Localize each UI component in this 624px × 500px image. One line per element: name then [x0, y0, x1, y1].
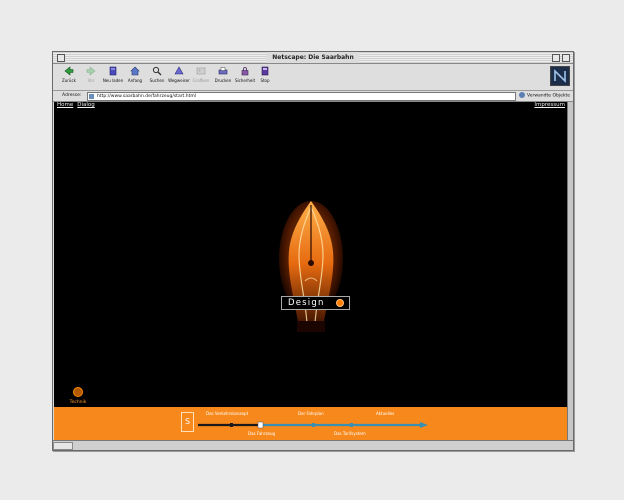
- timeline-item-fahrplan[interactable]: Der Fahrplan: [298, 411, 324, 417]
- design-section-button[interactable]: Design: [281, 296, 350, 310]
- dialog-link[interactable]: Dialog: [77, 102, 95, 108]
- reload-icon: [109, 66, 117, 76]
- top-nav-left: Home Dialog: [57, 102, 99, 109]
- home-icon: [130, 66, 140, 76]
- technik-button[interactable]: Technik: [63, 387, 93, 409]
- forward-arrow-icon: [86, 66, 96, 76]
- related-objects-label: Verwandte Objekte: [527, 93, 571, 99]
- timeline-item-verkehrskonzept[interactable]: Das Verkehrskonzept: [206, 411, 248, 417]
- print-icon: [218, 67, 228, 75]
- design-go-icon: [336, 299, 344, 307]
- close-box[interactable]: [57, 54, 65, 62]
- window-title: Netscape: Die Saarbahn: [266, 52, 360, 63]
- glowing-pen-nib-image[interactable]: [275, 197, 347, 332]
- guide-icon: [174, 66, 184, 75]
- window-titlebar[interactable]: Netscape: Die Saarbahn: [53, 52, 573, 64]
- back-arrow-icon: [64, 66, 74, 76]
- vertical-scrollbar[interactable]: [567, 102, 573, 440]
- reload-button-label: Neu laden: [102, 78, 124, 83]
- print-button[interactable]: Drucken: [211, 66, 235, 88]
- page-content: Home Dialog Impressum Design Technik S D…: [54, 102, 567, 440]
- address-bar: Adresse: http://www.saarbahn.de/fahrzeug…: [53, 91, 573, 102]
- navigation-toolbar: Zurück Vor Neu laden Anfang Suchen Wegwe…: [53, 64, 573, 91]
- timeline-bar: S Das Verkehrskonzept Der Fahrplan Aktue…: [54, 407, 567, 440]
- search-icon: [152, 66, 162, 76]
- search-button[interactable]: Suchen: [145, 66, 169, 88]
- netscape-n-icon: [554, 69, 566, 83]
- address-url: http://www.saarbahn.de/fahrzeug/start.ht…: [97, 94, 197, 99]
- impressum-link[interactable]: Impressum: [534, 102, 565, 109]
- saarbahn-logo[interactable]: S: [181, 412, 194, 432]
- browser-window: Netscape: Die Saarbahn Zurück Vor Neu la…: [52, 51, 574, 451]
- images-icon: [196, 67, 206, 75]
- collapse-box[interactable]: [562, 54, 570, 62]
- zoom-box[interactable]: [552, 54, 560, 62]
- page-proxy-icon[interactable]: [89, 94, 94, 99]
- netscape-logo[interactable]: [550, 66, 570, 86]
- status-security-icon[interactable]: [53, 442, 73, 450]
- stop-button[interactable]: Stop: [253, 66, 277, 88]
- stop-button-label: Stop: [260, 78, 270, 83]
- home-button-label: Anfang: [127, 78, 143, 83]
- forward-button-label: Vor: [87, 78, 95, 83]
- search-button-label: Suchen: [149, 78, 165, 83]
- guide-button[interactable]: Wegweiser: [167, 66, 191, 88]
- technik-circle-icon: [73, 387, 83, 397]
- home-link[interactable]: Home: [57, 102, 73, 108]
- timeline-item-tarifsystem[interactable]: Das Tarifsystem: [334, 431, 366, 437]
- reload-button[interactable]: Neu laden: [101, 66, 125, 88]
- home-button[interactable]: Anfang: [123, 66, 147, 88]
- stop-icon: [261, 66, 269, 76]
- address-label: Adresse:: [62, 93, 82, 98]
- horizontal-scrollbar[interactable]: [53, 440, 573, 450]
- back-button-label: Zurück: [62, 78, 76, 83]
- guide-button-label: Wegweiser: [168, 78, 190, 83]
- timeline-item-aktuelles[interactable]: Aktuelles: [376, 411, 394, 417]
- design-label: Design: [288, 298, 325, 308]
- back-button[interactable]: Zurück: [57, 66, 81, 88]
- technik-label: Technik: [69, 400, 87, 405]
- forward-button[interactable]: Vor: [79, 66, 103, 88]
- timeline-item-fahrzeug[interactable]: Das Fahrzeug: [248, 431, 275, 437]
- timeline: Das Verkehrskonzept Der Fahrplan Aktuell…: [198, 411, 428, 436]
- security-lock-icon: [241, 67, 249, 76]
- print-button-label: Drucken: [214, 78, 232, 83]
- related-objects-button[interactable]: Verwandte Objekte: [519, 92, 570, 101]
- timeline-line: [198, 421, 428, 429]
- address-field[interactable]: http://www.saarbahn.de/fahrzeug/start.ht…: [87, 92, 516, 101]
- related-globe-icon: [519, 92, 525, 98]
- images-button-label: Grafiken: [192, 78, 210, 83]
- images-button[interactable]: Grafiken: [189, 66, 213, 88]
